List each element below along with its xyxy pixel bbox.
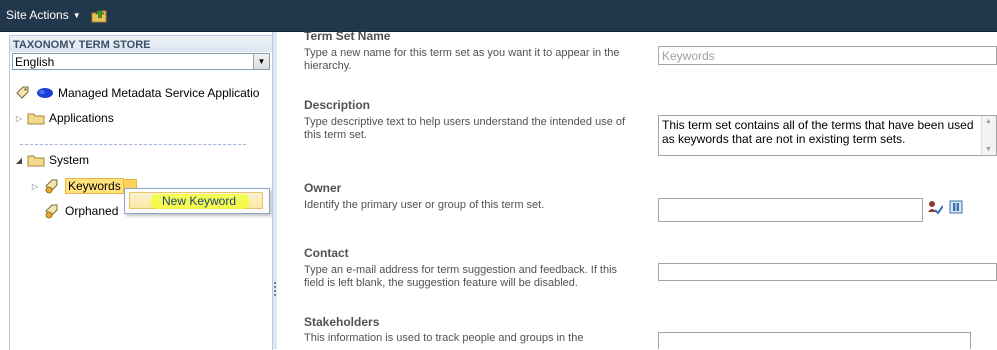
taxonomy-term-store-title: TAXONOMY TERM STORE	[10, 36, 272, 52]
tree-item-managed-metadata[interactable]: Managed Metadata Service Applicatio	[14, 83, 259, 103]
stakeholders-input[interactable]	[658, 332, 971, 349]
tree-item-orphaned[interactable]: Orphaned	[40, 201, 118, 221]
description-help: Type descriptive text to help users unde…	[304, 116, 626, 141]
term-set-icon	[45, 204, 58, 219]
language-value: English	[15, 55, 55, 69]
tree-item-label: Managed Metadata Service Applicatio	[58, 86, 260, 100]
tree-divider	[20, 144, 246, 145]
scroll-down-icon[interactable]: ▼	[985, 146, 992, 153]
term-set-name-heading: Term Set Name	[304, 29, 391, 43]
tree-item-label: System	[49, 153, 90, 167]
term-set-icon	[45, 179, 58, 194]
expand-arrow-icon[interactable]: ▷	[14, 114, 24, 123]
term-set-name-input[interactable]: Keywords	[658, 46, 997, 65]
top-ribbon: Site Actions ▼	[0, 0, 997, 32]
dropdown-arrow-icon[interactable]: ▼	[253, 54, 269, 69]
splitter-grip-icon[interactable]	[274, 282, 276, 298]
folder-icon	[27, 155, 45, 167]
site-actions-label: Site Actions	[6, 8, 69, 22]
browse-address-book-icon[interactable]	[948, 199, 964, 215]
term-set-name-value: Keywords	[662, 49, 715, 63]
description-textarea[interactable]: This term set contains all of the terms …	[658, 115, 997, 156]
contact-input[interactable]	[658, 263, 997, 281]
scroll-up-icon[interactable]: ▲	[985, 118, 992, 125]
stakeholders-heading: Stakeholders	[304, 315, 380, 329]
description-value: This term set contains all of the terms …	[662, 118, 974, 146]
owner-people-picker[interactable]	[658, 198, 923, 222]
site-actions-menu[interactable]: Site Actions ▼	[6, 8, 81, 22]
contact-heading: Contact	[304, 246, 349, 260]
owner-heading: Owner	[304, 181, 342, 195]
tree-item-label: Applications	[49, 111, 114, 125]
new-keyword-menu-item[interactable]: New Keyword	[129, 192, 263, 209]
contact-help: Type an e-mail address for term suggesti…	[304, 264, 618, 289]
term-set-properties-pane: Term Set Name Type a new name for this t…	[277, 29, 997, 349]
language-select[interactable]: English ▼	[12, 53, 270, 70]
stakeholders-help: This information is used to track people…	[304, 332, 584, 344]
keywords-label[interactable]: Keywords	[65, 178, 124, 194]
tree-item-system[interactable]: ◢ System	[14, 150, 89, 170]
tree-item-label: Orphaned	[65, 204, 119, 218]
tree-item-keywords[interactable]: ▷ Keywords	[30, 176, 137, 196]
term-store-icon	[16, 86, 29, 99]
folder-icon	[27, 113, 45, 125]
check-names-icon[interactable]	[927, 199, 943, 215]
context-menu: New Keyword	[124, 188, 270, 214]
tree-item-applications[interactable]: ▷ Applications	[14, 108, 114, 128]
collapse-arrow-icon[interactable]: ◢	[14, 156, 24, 165]
new-keyword-label: New Keyword	[162, 194, 237, 208]
description-heading: Description	[304, 98, 371, 112]
service-cloud-icon	[37, 88, 53, 98]
chevron-down-icon: ▼	[72, 11, 81, 20]
expand-arrow-icon[interactable]: ▷	[30, 182, 40, 191]
navigate-up-icon[interactable]	[91, 7, 108, 24]
textarea-scrollbar[interactable]: ▲ ▼	[981, 116, 996, 155]
term-set-name-description: Type a new name for this term set as you…	[304, 47, 620, 72]
owner-help: Identify the primary user or group of th…	[304, 199, 545, 211]
